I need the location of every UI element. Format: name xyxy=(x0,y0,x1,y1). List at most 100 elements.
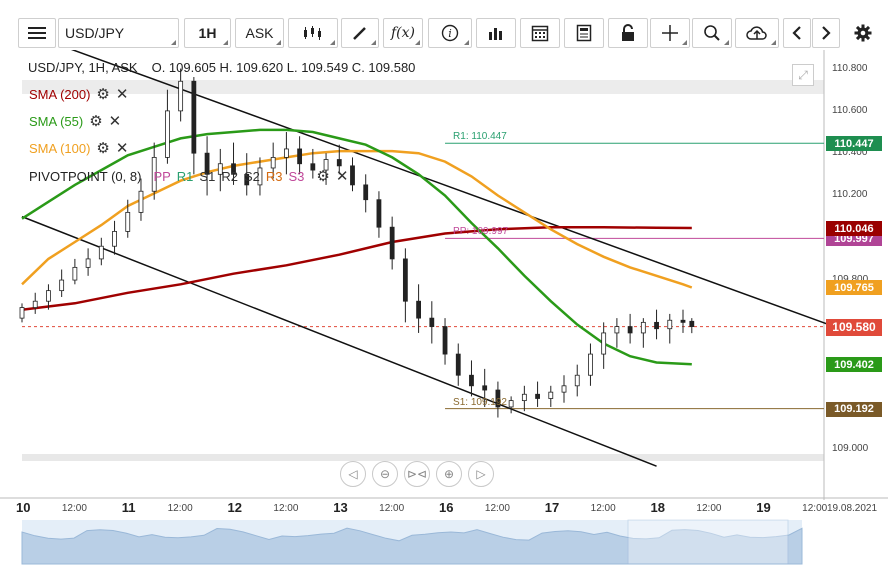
close-icon[interactable]: ✕ xyxy=(336,167,349,185)
x-hour-label: 12:00 xyxy=(273,503,299,514)
pivot-level-label: PP: 109.997 xyxy=(453,226,509,238)
candle-body xyxy=(72,266,78,281)
gear-icon[interactable]: ⚙ xyxy=(96,139,109,157)
gear-icon xyxy=(854,24,872,42)
candle-body xyxy=(138,190,144,213)
x-hour-label: 12:00 xyxy=(484,503,510,514)
pivot-key: PP xyxy=(153,168,171,184)
legend-sma-100[interactable]: SMA (100) ⚙ ✕ xyxy=(29,139,128,157)
calendar-button[interactable] xyxy=(520,18,560,48)
zoom-in-icon[interactable]: ⊕ xyxy=(436,461,462,487)
pivot-level-tag: 109.192 xyxy=(826,401,882,417)
trend-lines xyxy=(21,50,829,467)
draw-tool-button[interactable] xyxy=(341,18,379,48)
calendar-icon xyxy=(531,25,549,42)
x-hour-label: 12:00 xyxy=(696,503,722,514)
navigator-strip xyxy=(21,519,803,565)
info-button[interactable]: i xyxy=(428,18,472,48)
chart-header: USD/JPY, 1H, ASK O. 109.605 H. 109.620 L… xyxy=(28,60,415,75)
symbol-selector[interactable]: USD/JPY xyxy=(58,18,179,48)
svg-text:i: i xyxy=(448,27,452,40)
candle-body xyxy=(689,320,695,327)
candle-body xyxy=(125,211,131,232)
candle-body xyxy=(654,321,659,330)
gear-icon[interactable]: ⚙ xyxy=(316,167,329,185)
chart-area[interactable]: USD/JPY, 1H, ASK O. 109.605 H. 109.620 L… xyxy=(0,50,888,571)
x-day-label: 12 xyxy=(227,500,242,515)
bar-chart-icon xyxy=(489,28,502,40)
candle-body xyxy=(640,321,646,334)
price-type-label: ASK xyxy=(245,25,274,41)
upload-button[interactable] xyxy=(735,18,779,48)
ohlc-readout: O. 109.605 H. 109.620 L. 109.549 C. 109.… xyxy=(151,60,416,75)
legend-sma-55[interactable]: SMA (55) ⚙ ✕ xyxy=(29,112,121,130)
x-day-label: 13 xyxy=(333,500,348,515)
x-hour-label: 12:00 xyxy=(802,503,828,514)
candle-body xyxy=(165,110,170,158)
zoom-out-icon[interactable]: ⊖ xyxy=(372,461,398,487)
candle-body xyxy=(667,319,673,330)
candle-body xyxy=(85,258,91,268)
expand-icon[interactable]: ⤢ xyxy=(792,64,814,86)
candle-body xyxy=(535,393,540,399)
cloud-upload-icon xyxy=(746,26,767,40)
pivot-key: R1 xyxy=(176,168,194,184)
lock-button[interactable] xyxy=(608,18,648,48)
legend-pivotpoint[interactable]: PIVOTPOINT (0, 8) PP R1 S1 R2 S2 R3 S3 ⚙ ✕ xyxy=(29,167,348,185)
legend-label: SMA (55) xyxy=(29,113,84,129)
magnifier-icon xyxy=(704,25,720,41)
ma-value-tag: 109.402 xyxy=(826,357,882,373)
top-band xyxy=(22,80,824,94)
chevron-right-icon xyxy=(822,26,831,40)
instrument-label: USD/JPY, 1H, ASK xyxy=(28,60,138,75)
next-button[interactable] xyxy=(812,18,840,48)
candle-body xyxy=(59,279,65,292)
indicators-button[interactable]: f(x) xyxy=(383,18,423,48)
y-tick-label: 110.600 xyxy=(832,104,868,116)
document-icon xyxy=(576,24,592,42)
ma-line xyxy=(21,225,692,311)
fit-icon[interactable]: ⊳⊲ xyxy=(404,461,430,487)
y-tick-label: 110.200 xyxy=(832,189,868,201)
x-day-label: 11 xyxy=(121,500,136,515)
candle-body xyxy=(482,385,488,391)
y-tick-label: 110.800 xyxy=(832,62,868,74)
pivot-key: R2 xyxy=(221,168,238,184)
candle-body xyxy=(350,165,355,186)
prev-button[interactable] xyxy=(783,18,811,48)
candle-body xyxy=(98,245,104,260)
crosshair-icon xyxy=(662,25,678,41)
candle-body xyxy=(191,80,197,154)
calculator-button[interactable] xyxy=(564,18,604,48)
candle-body xyxy=(283,148,289,158)
legend-sma-200[interactable]: SMA (200) ⚙ ✕ xyxy=(29,85,128,103)
info-icon: i xyxy=(441,24,459,42)
candle-body xyxy=(32,300,38,308)
candle-body xyxy=(429,317,435,327)
price-chart[interactable] xyxy=(0,50,888,571)
pivot-level-label: S1: 109.192 xyxy=(453,396,507,408)
volume-button[interactable] xyxy=(476,18,516,48)
close-icon[interactable]: ✕ xyxy=(109,112,122,130)
pivot-level-label: R1: 110.447 xyxy=(453,131,507,143)
settings-button[interactable] xyxy=(846,18,880,48)
x-day-label: 10 xyxy=(16,500,31,515)
candlestick-icon xyxy=(304,26,321,40)
gear-icon[interactable]: ⚙ xyxy=(89,112,102,130)
scroll-right-icon[interactable]: ▷ xyxy=(468,461,494,487)
scroll-left-icon[interactable]: ◁ xyxy=(340,461,366,487)
price-type-selector[interactable]: ASK xyxy=(235,18,284,48)
candle-body xyxy=(574,374,580,387)
gear-icon[interactable]: ⚙ xyxy=(96,85,109,103)
close-icon[interactable]: ✕ xyxy=(116,85,129,103)
candlestick-type-button[interactable] xyxy=(288,18,338,48)
crosshair-button[interactable] xyxy=(650,18,690,48)
candle-body xyxy=(508,400,514,408)
function-icon: f(x) xyxy=(390,25,415,41)
legend-label: SMA (200) xyxy=(29,86,91,102)
timeframe-selector[interactable]: 1H xyxy=(184,18,231,48)
zoom-button[interactable] xyxy=(692,18,732,48)
legend-label: SMA (100) xyxy=(29,140,91,156)
close-icon[interactable]: ✕ xyxy=(116,139,129,157)
hamburger-menu-icon[interactable] xyxy=(18,18,56,48)
